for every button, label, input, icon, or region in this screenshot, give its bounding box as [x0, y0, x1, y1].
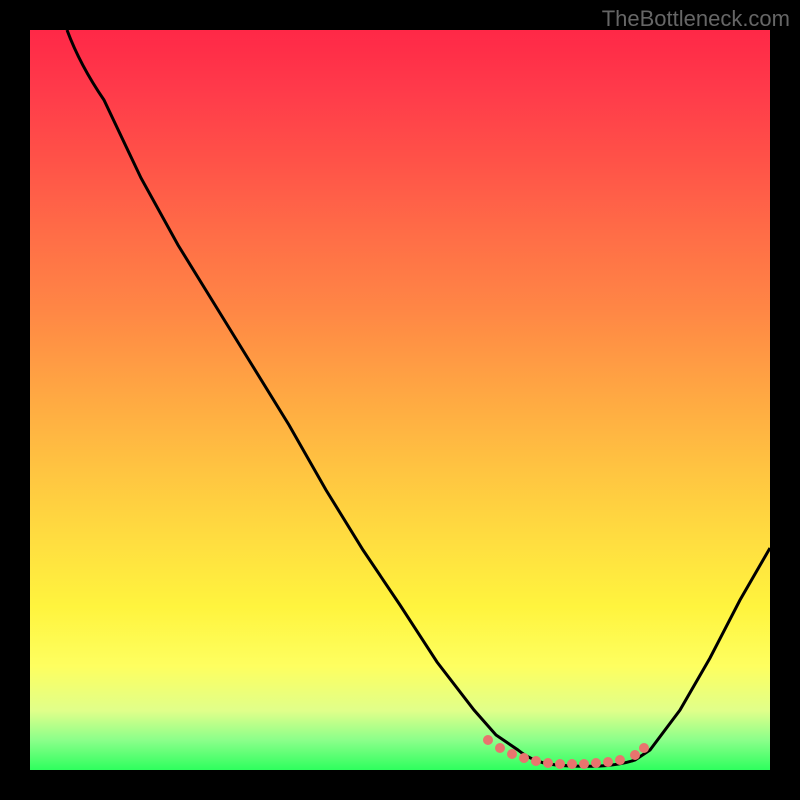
marker-dot [579, 759, 589, 769]
marker-dot [639, 743, 649, 753]
marker-dot [519, 753, 529, 763]
marker-dot [531, 756, 541, 766]
chart-svg [30, 30, 770, 770]
watermark-text: TheBottleneck.com [602, 6, 790, 32]
marker-dot [483, 735, 493, 745]
marker-dot [495, 743, 505, 753]
marker-dot [507, 749, 517, 759]
marker-dot [591, 758, 601, 768]
marker-dot [603, 757, 613, 767]
marker-dot [615, 755, 625, 765]
main-curve [67, 30, 770, 766]
marker-dot [630, 750, 640, 760]
marker-dot [555, 759, 565, 769]
marker-dot [567, 759, 577, 769]
marker-dot [543, 758, 553, 768]
chart-gradient-area [30, 30, 770, 770]
